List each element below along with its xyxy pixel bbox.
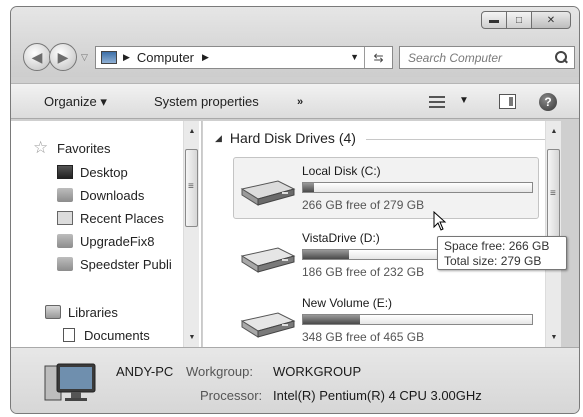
nav-scrollbar[interactable]: ▲ ▼ [183,121,199,347]
nav-item-label: Speedster Publi [80,256,172,272]
search-icon[interactable] [555,51,568,64]
drive-free-space: 348 GB free of 465 GB [302,330,425,344]
scroll-down-icon[interactable]: ▼ [184,329,200,345]
desktop-icon [57,165,73,179]
nav-favorites-label: Favorites [57,140,111,156]
more-commands-button[interactable]: » [297,96,303,108]
nav-scroll-thumb[interactable] [185,149,198,227]
system-properties-button[interactable]: System properties [154,94,259,109]
folder-icon [57,234,73,248]
back-arrow-icon: ◀ [31,48,43,65]
forward-button[interactable]: ▶ [49,43,77,71]
forward-arrow-icon: ▶ [57,48,69,65]
nav-item-desktop[interactable]: Desktop [57,163,128,181]
nav-libraries[interactable]: Libraries [45,303,118,321]
recent-places-icon [57,211,73,225]
drive-name: New Volume (E:) [302,296,393,310]
hard-drive-icon [240,247,296,273]
nav-item-downloads[interactable]: Downloads [57,186,144,204]
drive-free-space: 186 GB free of 232 GB [302,265,425,279]
refresh-button[interactable]: ⇆ [364,47,392,68]
explorer-window: ▬ □ ✕ ◀ ▶ ▽ ▶ Computer ▶ ▼ ⇆ Organize ▾ … [10,6,580,414]
preview-pane-icon[interactable] [499,94,516,109]
pane-divider[interactable] [201,121,202,347]
workgroup-label: Workgroup: [186,364,253,379]
drive-free-space: 266 GB free of 279 GB [302,198,425,212]
nav-item-label: Downloads [80,187,145,203]
scroll-up-icon[interactable]: ▲ [546,123,561,139]
nav-item-label: Documents [84,327,150,343]
address-dropdown-icon[interactable]: ▼ [350,52,359,62]
breadcrumb-computer[interactable]: Computer [137,50,194,65]
scroll-up-icon[interactable]: ▲ [184,123,200,139]
drive-name: Local Disk (C:) [302,164,381,178]
drive-usage-bar [302,314,533,325]
recent-pages-dropdown[interactable]: ▽ [81,52,88,63]
content-pane: ◢ Hard Disk Drives (4) Local Disk (C:) 2… [203,121,561,347]
nav-favorites[interactable]: ☆ Favorites [33,139,110,157]
drive-item-e[interactable]: New Volume (E:) 348 GB free of 465 GB [233,289,539,347]
nav-libraries-label: Libraries [68,304,118,320]
organize-button[interactable]: Organize ▾ [44,94,107,110]
nav-item-label: Desktop [80,164,128,180]
caption-buttons: ▬ □ ✕ [481,11,571,29]
drive-tooltip: Space free: 266 GB Total size: 279 GB [437,236,567,270]
scroll-down-icon[interactable]: ▼ [546,329,561,345]
nav-item-label: UpgradeFix8 [80,233,155,249]
drive-name: VistaDrive (D:) [302,231,380,245]
help-icon[interactable]: ? [539,93,557,111]
nav-item-speedster[interactable]: Speedster Publi [57,255,172,273]
drive-usage-fill [303,183,315,192]
tooltip-total-size: Total size: 279 GB [444,254,542,268]
nav-item-documents[interactable]: Documents [61,326,150,344]
nav-item-label: Recent Places [80,210,164,226]
command-bar: Organize ▾ System properties » ▼ ? [11,83,579,119]
details-pane: ANDY-PC Workgroup: WORKGROUP Processor: … [11,347,579,413]
nav-item-upgradefix8[interactable]: UpgradeFix8 [57,232,154,250]
view-dropdown-icon[interactable]: ▼ [459,95,469,106]
folder-icon [57,257,73,271]
change-view-icon[interactable] [429,95,445,109]
processor-value: Intel(R) Pentium(R) 4 CPU 3.00GHz [273,388,482,403]
refresh-icon: ⇆ [373,50,384,65]
search-input[interactable] [408,50,543,65]
drive-usage-fill [303,315,361,324]
drive-item-c[interactable]: Local Disk (C:) 266 GB free of 279 GB [233,157,539,219]
computer-icon [44,363,96,401]
hard-drive-icon [240,312,296,338]
collapse-triangle-icon[interactable]: ◢ [215,133,222,144]
group-title: Hard Disk Drives (4) [229,130,356,146]
maximize-button[interactable]: □ [506,11,532,29]
back-button[interactable]: ◀ [23,43,51,71]
favorites-star-icon: ☆ [33,138,49,157]
hard-drive-icon [240,180,296,206]
content-scrollbar[interactable]: ▲ ▼ [545,121,561,347]
search-box[interactable] [399,46,575,69]
documents-icon [63,328,75,342]
drive-usage-bar [302,182,533,193]
address-bar[interactable]: ▶ Computer ▶ ▼ ⇆ [95,46,393,69]
downloads-folder-icon [57,188,73,202]
computer-name: ANDY-PC [116,364,174,379]
computer-icon [101,51,117,64]
title-bar: ▬ □ ✕ ◀ ▶ ▽ ▶ Computer ▶ ▼ ⇆ [11,7,579,77]
minimize-button[interactable]: ▬ [481,11,507,29]
workgroup-value: WORKGROUP [273,364,362,379]
drive-usage-fill [303,250,349,259]
breadcrumb-chevron-icon[interactable]: ▶ [123,52,130,63]
close-button[interactable]: ✕ [531,11,571,29]
breadcrumb-chevron-icon[interactable]: ▶ [202,52,209,63]
navigation-pane: ☆ Favorites Desktop Downloads Recent Pla… [11,121,201,347]
mouse-pointer-icon [433,211,447,231]
content-scroll-thumb[interactable] [547,149,560,241]
group-divider [365,138,553,140]
tooltip-space-free: Space free: 266 GB [444,239,550,253]
group-header[interactable]: ◢ Hard Disk Drives (4) [215,127,553,149]
nav-item-recent-places[interactable]: Recent Places [57,209,164,227]
libraries-icon [45,305,61,319]
processor-label: Processor: [200,388,263,403]
